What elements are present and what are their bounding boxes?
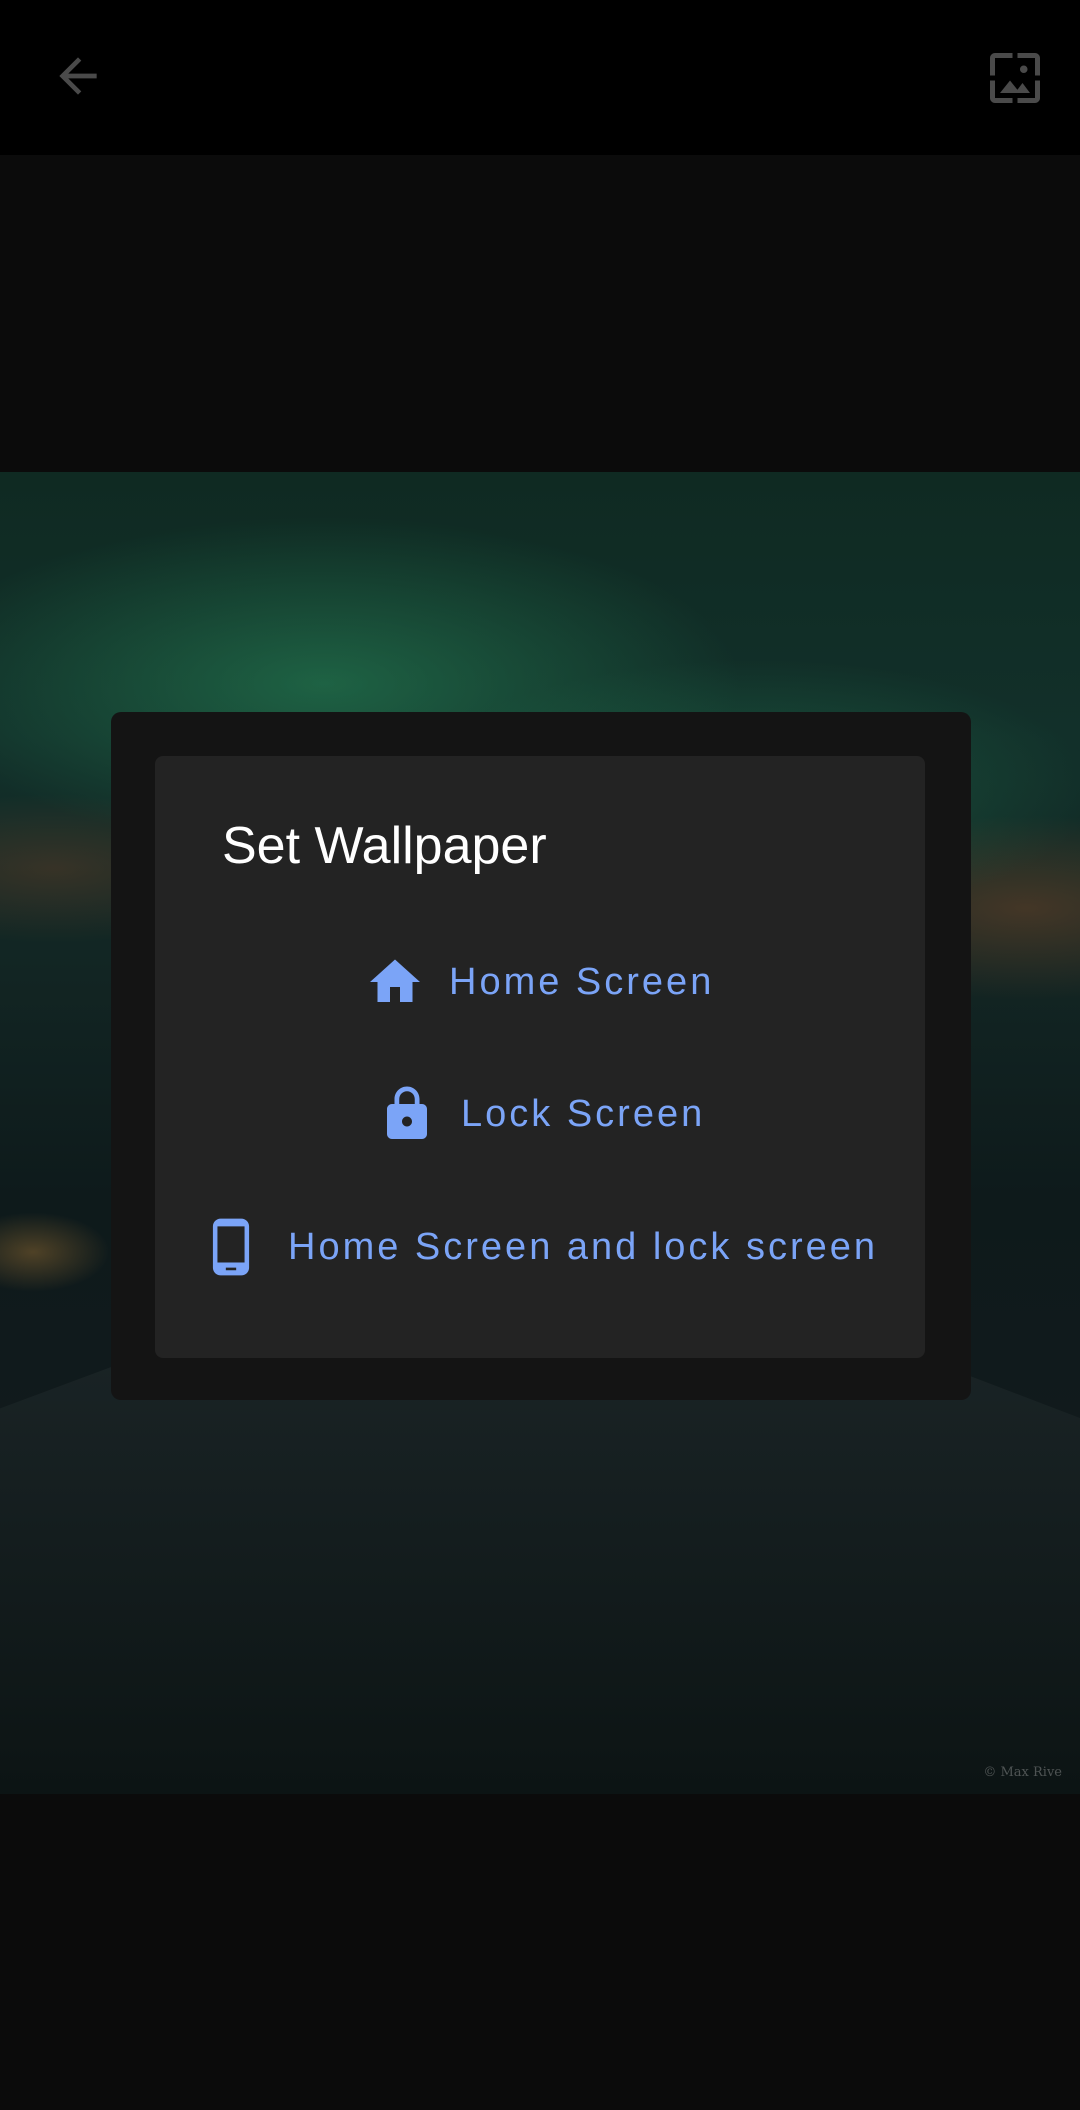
option-label: Home Screen and lock screen: [288, 1225, 879, 1268]
phone-icon: [200, 1216, 262, 1278]
option-home-and-lock-screen[interactable]: Home Screen and lock screen: [200, 1216, 878, 1278]
home-icon: [365, 952, 425, 1012]
option-label: Home Screen: [449, 960, 715, 1003]
set-wallpaper-button[interactable]: [975, 40, 1055, 120]
back-button[interactable]: [38, 38, 118, 118]
photo-credit: © Max Rive: [983, 1765, 1062, 1780]
option-lock-screen[interactable]: Lock Screen: [377, 1084, 705, 1144]
wallpaper-icon: [985, 48, 1045, 112]
top-app-bar: [0, 0, 1080, 155]
option-home-screen[interactable]: Home Screen: [365, 952, 714, 1012]
screen: © Max Rive Set Wallpaper Home Screen Loc…: [0, 0, 1080, 2110]
dialog-title: Set Wallpaper: [222, 817, 547, 875]
town-lights: [0, 1212, 110, 1292]
arrow-back-icon: [50, 48, 106, 108]
option-label: Lock Screen: [461, 1092, 706, 1135]
set-wallpaper-dialog: Set Wallpaper Home Screen Lock Screen Ho…: [155, 756, 925, 1358]
lock-icon: [377, 1084, 437, 1144]
